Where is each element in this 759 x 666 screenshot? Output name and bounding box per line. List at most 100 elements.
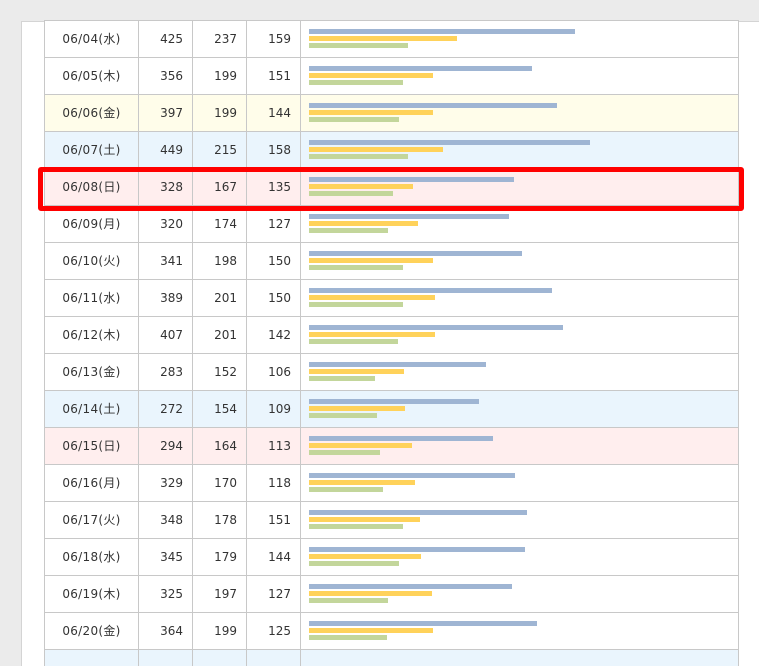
value-cell-2: 201 (192, 279, 247, 317)
value-cell-1: 272 (138, 390, 193, 428)
bar-cell (300, 649, 739, 666)
bar-1 (309, 473, 515, 478)
table-row: 06/14(土) 272 154 109 (44, 390, 739, 428)
table-row: 06/13(金) 283 152 106 (44, 353, 739, 391)
table-row: 06/12(木) 407 201 142 (44, 316, 739, 354)
bar-cell (300, 538, 739, 576)
table-row: 06/17(火) 348 178 151 (44, 501, 739, 539)
bar-2 (309, 443, 412, 448)
value-cell-3: 151 (246, 57, 301, 95)
value-cell-3: 127 (246, 205, 301, 243)
value-cell-1: 449 (138, 131, 193, 169)
value-cell-2: 201 (192, 316, 247, 354)
bar-2 (309, 73, 433, 78)
value-cell-1: 320 (138, 205, 193, 243)
bar-1 (309, 103, 557, 108)
value-cell-2 (192, 649, 247, 666)
bar-1 (309, 584, 512, 589)
bar-1 (309, 251, 522, 256)
bar-cell (300, 205, 739, 243)
bar-3 (309, 413, 377, 418)
bar-2 (309, 295, 435, 300)
value-cell-2: 164 (192, 427, 247, 465)
value-cell-2: 198 (192, 242, 247, 280)
bar-3 (309, 228, 388, 233)
bar-1 (309, 325, 563, 330)
daily-stats-table: 06/04(水) 425 237 159 06/05(木) 356 199 151 06/06(… (44, 20, 739, 666)
bar-cell (300, 427, 739, 465)
bar-cell (300, 612, 739, 650)
bar-cell (300, 353, 739, 391)
date-cell: 06/18(水) (44, 538, 139, 576)
value-cell-3: 113 (246, 427, 301, 465)
bar-2 (309, 110, 433, 115)
bar-2 (309, 332, 435, 337)
date-cell: 06/06(金) (44, 94, 139, 132)
bar-1 (309, 399, 479, 404)
value-cell-2: 197 (192, 575, 247, 613)
value-cell-3: 159 (246, 20, 301, 58)
bar-cell (300, 20, 739, 58)
date-cell: 06/16(月) (44, 464, 139, 502)
bar-2 (309, 628, 433, 633)
table-row: 06/10(火) 341 198 150 (44, 242, 739, 280)
bar-3 (309, 635, 387, 640)
value-cell-3: 106 (246, 353, 301, 391)
table-row: 06/09(月) 320 174 127 (44, 205, 739, 243)
bar-cell (300, 279, 739, 317)
value-cell-1: 329 (138, 464, 193, 502)
bar-2 (309, 480, 415, 485)
bar-2 (309, 406, 405, 411)
date-cell: 06/09(月) (44, 205, 139, 243)
bar-3 (309, 43, 408, 48)
value-cell-3: 125 (246, 612, 301, 650)
bar-cell (300, 131, 739, 169)
bar-3 (309, 117, 399, 122)
value-cell-1: 425 (138, 20, 193, 58)
bar-1 (309, 177, 514, 182)
bar-cell (300, 390, 739, 428)
value-cell-3: 118 (246, 464, 301, 502)
value-cell-3 (246, 649, 301, 666)
bar-2 (309, 369, 404, 374)
value-cell-3: 150 (246, 242, 301, 280)
bar-3 (309, 450, 380, 455)
table-row: 06/16(月) 329 170 118 (44, 464, 739, 502)
value-cell-3: 144 (246, 538, 301, 576)
bar-cell (300, 316, 739, 354)
value-cell-1: 294 (138, 427, 193, 465)
bar-cell (300, 464, 739, 502)
table-row: 06/18(水) 345 179 144 (44, 538, 739, 576)
table-row: 06/08(日) 328 167 135 (44, 168, 739, 206)
value-cell-1: 356 (138, 57, 193, 95)
value-cell-1: 389 (138, 279, 193, 317)
value-cell-2: 167 (192, 168, 247, 206)
bar-3 (309, 339, 398, 344)
bar-3 (309, 376, 375, 381)
date-cell: 06/08(日) (44, 168, 139, 206)
value-cell-3: 151 (246, 501, 301, 539)
bar-cell (300, 57, 739, 95)
date-cell: 06/12(木) (44, 316, 139, 354)
table-row: 06/04(水) 425 237 159 (44, 20, 739, 58)
date-cell: 06/14(土) (44, 390, 139, 428)
date-cell (44, 649, 139, 666)
bar-1 (309, 66, 532, 71)
value-cell-2: 152 (192, 353, 247, 391)
bar-cell (300, 575, 739, 613)
table-row: 06/15(日) 294 164 113 (44, 427, 739, 465)
value-cell-2: 154 (192, 390, 247, 428)
value-cell-2: 237 (192, 20, 247, 58)
bar-cell (300, 94, 739, 132)
date-cell: 06/05(木) (44, 57, 139, 95)
value-cell-1: 325 (138, 575, 193, 613)
page: 06/04(水) 425 237 159 06/05(木) 356 199 151 06/06(… (0, 0, 759, 666)
value-cell-1: 407 (138, 316, 193, 354)
bar-2 (309, 258, 433, 263)
bar-1 (309, 621, 537, 626)
value-cell-1: 364 (138, 612, 193, 650)
bar-1 (309, 436, 493, 441)
bar-cell (300, 242, 739, 280)
date-cell: 06/17(火) (44, 501, 139, 539)
table-row (44, 649, 739, 666)
